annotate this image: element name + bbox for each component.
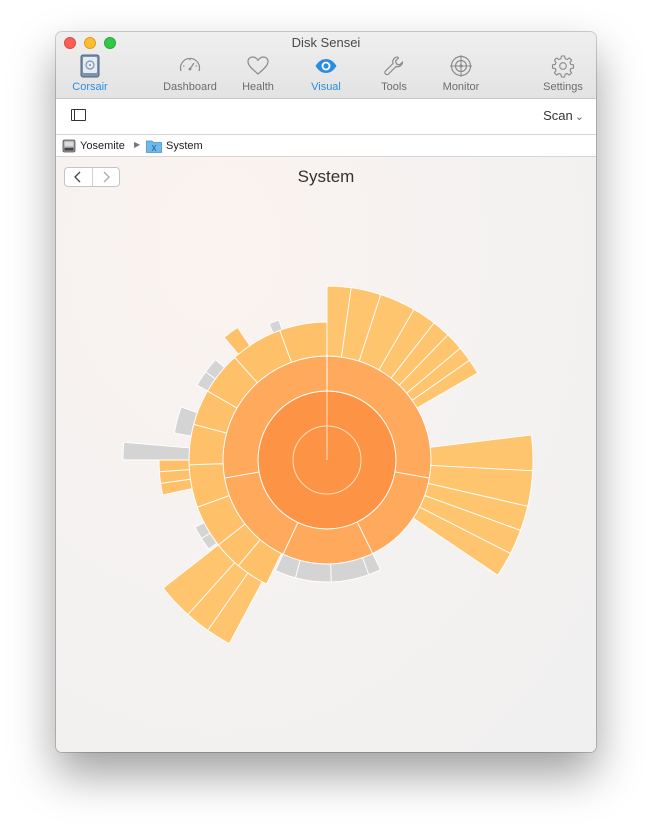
toolbar-monitor[interactable]: Monitor (436, 54, 486, 94)
visual-view: System (56, 157, 596, 752)
breadcrumb: Yosemite ▶ X System (56, 135, 596, 157)
eye-icon (315, 59, 337, 73)
breadcrumb-separator-icon: ▶ (134, 140, 141, 149)
sunburst-segment[interactable] (158, 459, 190, 473)
toolbar-label: Corsair (72, 81, 108, 93)
toolbar-label: Monitor (442, 81, 480, 93)
sunburst-segment-other[interactable] (122, 441, 191, 461)
folder-icon: X (146, 140, 162, 153)
heart-icon (247, 56, 269, 75)
gear-icon (551, 55, 575, 78)
toolbar-dashboard[interactable]: Dashboard (160, 54, 220, 94)
gauge-icon (179, 57, 201, 72)
toolbar-tools[interactable]: Tools (372, 54, 416, 94)
drive-icon (80, 54, 100, 78)
toolbar-health[interactable]: Health (236, 54, 280, 94)
crosshair-icon (450, 55, 472, 77)
view-title: System (297, 167, 355, 186)
sunburst-segment[interactable] (429, 434, 534, 472)
toolbar-label: Tools (381, 81, 407, 93)
toolbar-label: Settings (543, 81, 583, 93)
scan-menu-button[interactable]: Scan ⌄ (543, 108, 584, 123)
window-title: Disk Sensei (291, 35, 361, 50)
sunburst-segment-other[interactable] (294, 559, 332, 583)
svg-text:X: X (151, 144, 157, 153)
sunburst-chart[interactable] (56, 157, 596, 752)
breadcrumb-folder-label: System (166, 140, 203, 152)
secondary-toolbar: Scan ⌄ (56, 99, 596, 135)
toolbar-label: Dashboard (163, 81, 217, 93)
title-bar: Disk Sensei Corsair Dashboard Health Vis… (56, 32, 596, 99)
toolbar-settings[interactable]: Settings (538, 54, 588, 94)
toolbar-visual[interactable]: Visual (304, 54, 348, 94)
breadcrumb-volume-label: Yosemite (80, 140, 125, 152)
breadcrumb-volume[interactable]: Yosemite (62, 139, 125, 153)
toolbar-drive-corsair[interactable]: Corsair (64, 54, 116, 94)
toolbar-label: Health (242, 81, 274, 93)
hard-drive-icon (62, 139, 76, 153)
toolbar-label: Visual (311, 81, 341, 93)
chevron-down-icon: ⌄ (574, 111, 584, 123)
sidebar-toggle-icon[interactable] (71, 109, 86, 121)
app-window: Disk Sensei Corsair Dashboard Health Vis… (56, 32, 596, 752)
scan-label: Scan (543, 108, 573, 123)
breadcrumb-folder[interactable]: X System (146, 139, 203, 153)
wrench-icon (384, 56, 404, 76)
